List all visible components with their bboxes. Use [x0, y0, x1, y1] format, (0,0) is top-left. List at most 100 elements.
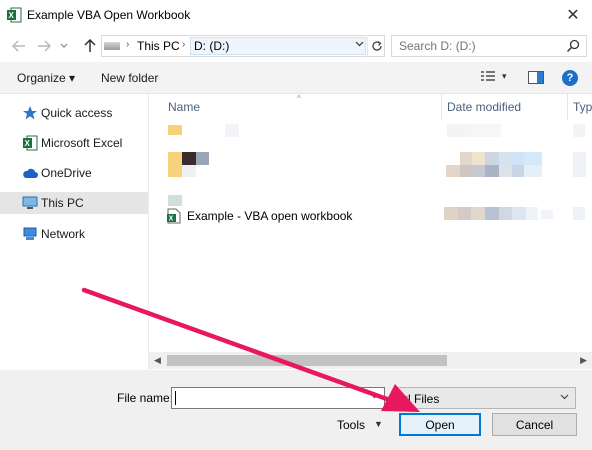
redacted-date	[526, 207, 538, 220]
tools-label: Tools	[337, 418, 366, 432]
svg-text:X: X	[9, 11, 15, 20]
sidebar-item-label: OneDrive	[41, 166, 92, 180]
breadcrumb-drive-d[interactable]: D: (D:)	[194, 39, 229, 53]
scroll-right-icon[interactable]: ▶	[580, 355, 587, 366]
redacted-date	[472, 152, 485, 165]
address-dropdown-icon[interactable]	[355, 39, 364, 50]
sidebar-item-label: Network	[41, 227, 86, 241]
redacted-date	[499, 152, 512, 165]
column-header-type[interactable]: Typ	[573, 94, 592, 120]
redacted-date	[541, 210, 553, 219]
search-box[interactable]	[391, 35, 587, 57]
redacted-date	[524, 165, 542, 177]
redacted-name	[225, 124, 239, 137]
file-type-value: xl Files	[402, 392, 440, 406]
preview-pane-icon[interactable]	[528, 71, 544, 87]
excel-file-icon: X	[167, 208, 181, 227]
title-bar: X Example VBA Open Workbook ✕	[0, 0, 592, 30]
scroll-left-icon[interactable]: ◀	[154, 355, 161, 366]
file-type-dropdown-icon[interactable]	[560, 392, 569, 403]
file-row-example-vba-open-workbook[interactable]: X Example - VBA open workbook	[167, 207, 427, 225]
star-icon	[22, 105, 38, 121]
redacted-date	[472, 165, 485, 177]
address-bar[interactable]: › This PC › D: (D:)	[101, 35, 385, 57]
open-button[interactable]: Open	[399, 413, 481, 436]
svg-text:X: X	[169, 216, 174, 223]
sort-ascending-icon: ^	[297, 94, 301, 103]
redacted-date	[512, 152, 524, 165]
view-dropdown-icon[interactable]: ▾	[502, 71, 507, 82]
scrollbar-thumb[interactable]	[167, 355, 447, 366]
close-icon[interactable]: ✕	[562, 4, 584, 26]
forward-icon[interactable]	[35, 38, 53, 54]
breadcrumb-separator-icon[interactable]: ›	[126, 39, 129, 50]
cloud-icon	[22, 165, 38, 181]
excel-app-icon: X	[6, 7, 22, 23]
redacted-thumbnail	[182, 165, 196, 177]
file-name: Example - VBA open workbook	[187, 209, 353, 223]
recent-locations-chevron-icon[interactable]	[58, 38, 70, 54]
cancel-button[interactable]: Cancel	[492, 413, 577, 436]
redacted-date	[499, 165, 512, 177]
redacted-date	[499, 207, 512, 220]
computer-icon	[22, 195, 38, 211]
view-options-icon[interactable]	[481, 71, 495, 87]
redacted-type	[573, 124, 585, 137]
breadcrumb-this-pc[interactable]: This PC	[137, 39, 180, 53]
column-divider[interactable]	[441, 94, 442, 120]
sidebar-item-onedrive[interactable]: OneDrive	[0, 162, 148, 184]
file-name-combobox[interactable]	[171, 387, 385, 409]
redacted-date	[458, 207, 471, 220]
navigation-pane: Quick access X Microsoft Excel OneDrive …	[0, 94, 149, 370]
sidebar-item-this-pc[interactable]: This PC	[0, 192, 148, 214]
redacted-date	[471, 207, 485, 220]
redacted-date	[460, 152, 472, 165]
redacted-date	[460, 165, 472, 177]
svg-text:X: X	[25, 139, 31, 148]
redacted-date	[512, 207, 526, 220]
redacted-thumbnail	[168, 195, 182, 206]
file-name-input[interactable]	[172, 388, 362, 408]
sidebar-item-label: Quick access	[41, 106, 113, 120]
redacted-thumbnail	[182, 152, 196, 165]
file-list: ^ Name Date modified Typ X Example - VBA…	[149, 94, 592, 370]
redacted-date	[447, 124, 471, 137]
help-icon[interactable]: ?	[562, 70, 578, 86]
folder-icon	[168, 152, 182, 177]
sidebar-item-label: This PC	[41, 196, 84, 210]
new-folder-button[interactable]: New folder	[101, 71, 158, 85]
search-input[interactable]	[392, 36, 562, 56]
redacted-type	[573, 152, 586, 177]
horizontal-scrollbar[interactable]: ◀ ▶	[149, 352, 592, 369]
window-title: Example VBA Open Workbook	[27, 8, 191, 22]
redacted-date	[485, 165, 499, 177]
sidebar-item-label: Microsoft Excel	[41, 136, 123, 150]
tools-button[interactable]: Tools ▼	[337, 418, 383, 432]
address-row: › This PC › D: (D:)	[0, 30, 592, 62]
command-toolbar: Organize ▾ New folder ▾ ?	[0, 62, 592, 94]
bottom-panel: File name: xl Files Tools ▼ Open Cancel	[0, 370, 592, 450]
redacted-date	[485, 152, 499, 165]
search-icon[interactable]	[566, 39, 580, 56]
up-icon[interactable]	[81, 38, 99, 54]
back-icon[interactable]	[10, 38, 28, 54]
column-header-name[interactable]: Name	[168, 94, 200, 120]
redacted-thumbnail	[196, 152, 209, 165]
redacted-date	[444, 207, 458, 220]
redacted-date	[471, 124, 501, 137]
refresh-icon[interactable]	[367, 35, 385, 57]
sidebar-item-microsoft-excel[interactable]: X Microsoft Excel	[0, 132, 148, 154]
tools-dropdown-icon[interactable]: ▼	[374, 419, 383, 429]
breadcrumb-separator-icon[interactable]: ›	[182, 39, 185, 50]
file-type-filter[interactable]: xl Files	[396, 387, 576, 409]
drive-icon	[104, 42, 120, 50]
sidebar-item-quick-access[interactable]: Quick access	[0, 102, 148, 124]
column-header-date-modified[interactable]: Date modified	[447, 94, 521, 120]
column-divider[interactable]	[567, 94, 568, 120]
network-icon	[22, 226, 38, 242]
sidebar-item-network[interactable]: Network	[0, 223, 148, 245]
redacted-date	[512, 165, 524, 177]
organize-button[interactable]: Organize ▾	[17, 71, 75, 85]
file-name-label: File name:	[117, 391, 174, 405]
file-name-dropdown-icon[interactable]	[370, 391, 379, 402]
